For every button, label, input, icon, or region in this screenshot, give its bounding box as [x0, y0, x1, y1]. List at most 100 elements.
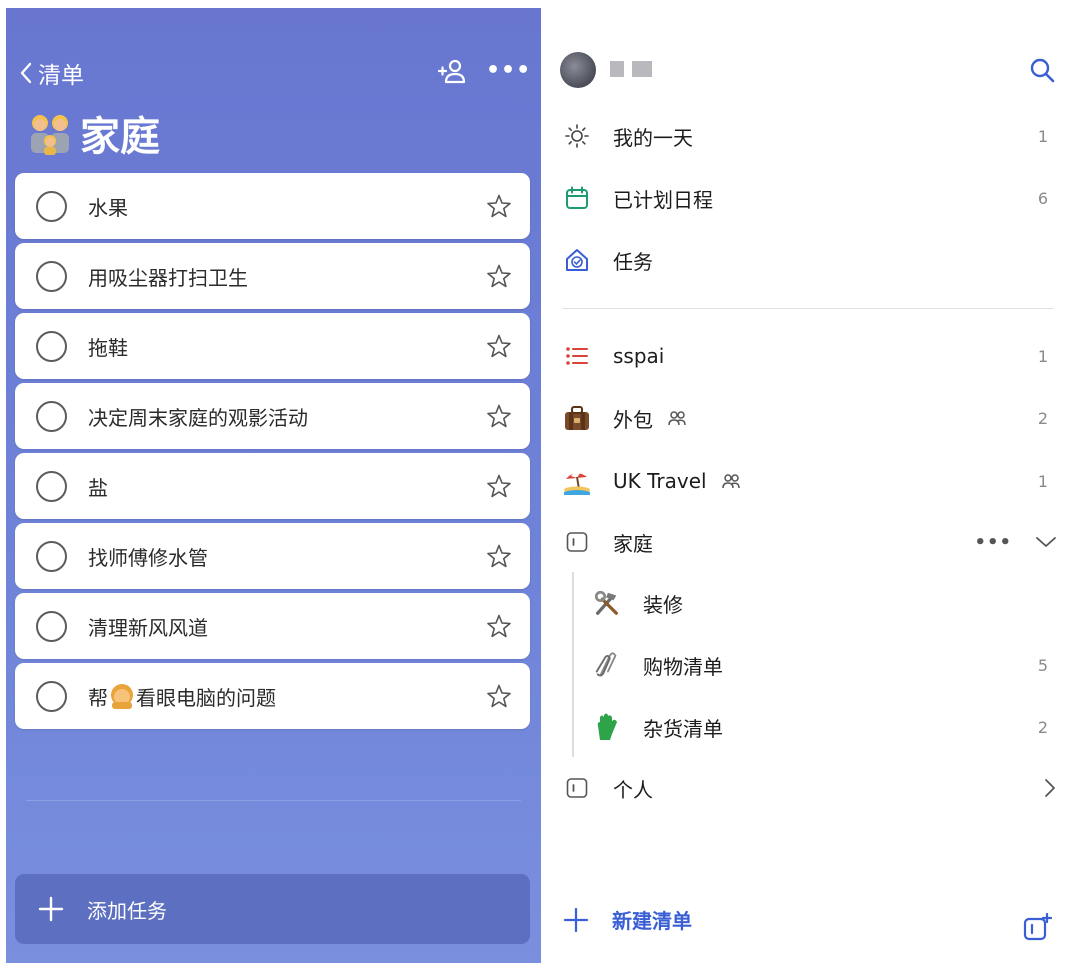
star-icon[interactable]: [486, 263, 512, 289]
sidebar-item-groceries[interactable]: 杂货清单 2: [548, 697, 1058, 757]
task-item[interactable]: 决定周末家庭的观影活动: [15, 383, 530, 449]
chevron-right-icon[interactable]: [1042, 776, 1058, 800]
complete-checkbox[interactable]: [36, 540, 67, 572]
sidebar-item-label: 任务: [613, 249, 653, 274]
sidebar-item-label: sspai: [613, 344, 665, 368]
star-icon[interactable]: [486, 333, 512, 359]
complete-checkbox[interactable]: [36, 330, 67, 362]
sidebar-item-my-day[interactable]: 我的一天 1: [548, 106, 1058, 166]
list-header: 清单 ••• 家庭: [6, 8, 541, 168]
sidebar-item-tasks[interactable]: 任务: [548, 230, 1058, 290]
complete-checkbox[interactable]: [36, 610, 67, 642]
item-count: 1: [1037, 471, 1048, 491]
star-icon[interactable]: [486, 403, 512, 429]
sidebar-item-renovation[interactable]: 装修: [548, 573, 1058, 633]
list-name: UK Travel: [613, 469, 707, 493]
shared-people-icon: [721, 474, 740, 489]
back-label: 清单: [38, 63, 84, 89]
group-controls: [1042, 776, 1058, 800]
task-title: 决定周末家庭的观影活动: [88, 405, 308, 430]
add-task-button[interactable]: 添加任务: [15, 874, 530, 944]
task-item[interactable]: 找师傅修水管: [15, 523, 530, 589]
task-item[interactable]: 清理新风风道: [15, 593, 530, 659]
new-list-button[interactable]: 新建清单: [562, 905, 692, 934]
sidebar-group-personal[interactable]: 个人: [548, 758, 1058, 818]
page-title: 家庭: [26, 104, 160, 162]
task-title: 用吸尘器打扫卫生: [88, 265, 248, 290]
new-group-icon[interactable]: [1022, 912, 1054, 944]
item-count: 2: [1037, 717, 1048, 737]
shared-people-icon: [668, 411, 686, 426]
complete-checkbox[interactable]: [36, 400, 67, 432]
sidebar-item-label: 购物清单: [643, 654, 723, 679]
family-emoji-icon: [31, 115, 69, 155]
group-icon: [563, 774, 591, 802]
item-count: 1: [1037, 346, 1048, 366]
user-name-blurred: [610, 58, 660, 80]
sidebar-item-uk-travel[interactable]: UK Travel 1: [548, 451, 1058, 511]
item-count: 2: [1037, 408, 1048, 428]
list-title: 家庭: [80, 114, 160, 160]
sidebar-item-label: 个人: [613, 777, 653, 802]
plus-icon: [38, 896, 64, 922]
item-count: 5: [1037, 655, 1048, 675]
star-icon[interactable]: [486, 543, 512, 569]
item-count: 1: [1037, 126, 1048, 146]
paperclip-icon: [593, 651, 621, 679]
search-icon[interactable]: [1028, 56, 1056, 84]
task-title-after: 看眼电脑的问题: [136, 685, 276, 710]
new-list-label: 新建清单: [612, 909, 692, 933]
task-item[interactable]: 水果: [15, 173, 530, 239]
back-button[interactable]: 清单: [18, 56, 84, 90]
briefcase-icon: [563, 404, 591, 432]
group-icon: [563, 528, 591, 556]
sidebar-item-label: 已计划日程: [613, 187, 713, 212]
task-title: 找师傅修水管: [88, 545, 208, 570]
woman-emoji-icon: [111, 684, 133, 709]
sun-icon: [563, 122, 591, 150]
glove-icon: [593, 713, 621, 741]
list-icon: [563, 342, 591, 370]
task-item[interactable]: 帮 看眼电脑的问题: [15, 663, 530, 729]
sidebar-pane: 我的一天 1 已计划日程 6 任务 sspai 1 外包 2 UK Travel…: [548, 0, 1080, 969]
sidebar-item-label: 外包: [613, 404, 687, 433]
divider: [26, 800, 521, 801]
home-check-icon: [563, 246, 591, 274]
sidebar-item-label: 杂货清单: [643, 716, 723, 741]
task-item[interactable]: 盐: [15, 453, 530, 519]
hammer-wrench-icon: [593, 589, 621, 617]
sidebar-item-planned[interactable]: 已计划日程 6: [548, 168, 1058, 228]
calendar-icon: [563, 184, 591, 212]
sidebar-item-sspai[interactable]: sspai 1: [548, 326, 1058, 386]
avatar[interactable]: [560, 52, 596, 88]
star-icon[interactable]: [486, 613, 512, 639]
item-count: 6: [1037, 188, 1048, 208]
task-title: 帮 看眼电脑的问题: [88, 682, 486, 711]
star-icon[interactable]: [486, 193, 512, 219]
complete-checkbox[interactable]: [36, 470, 67, 502]
task-item[interactable]: 用吸尘器打扫卫生: [15, 243, 530, 309]
task-title-before: 帮: [88, 685, 108, 710]
sidebar-item-label: 我的一天: [613, 125, 693, 150]
divider: [562, 308, 1054, 309]
beach-umbrella-icon: [563, 467, 591, 495]
complete-checkbox[interactable]: [36, 680, 67, 712]
list-detail-pane: 清单 ••• 家庭 水果 用吸尘器打扫卫生 拖鞋 决定周末家庭的观影活动 盐 找…: [6, 8, 541, 963]
sidebar-item-shopping[interactable]: 购物清单 5: [548, 635, 1058, 695]
sidebar-item-label: 装修: [643, 592, 683, 617]
more-options-icon[interactable]: •••: [974, 532, 1012, 553]
sidebar-group-family[interactable]: 家庭 •••: [548, 512, 1058, 572]
star-icon[interactable]: [486, 473, 512, 499]
sidebar-item-waibao[interactable]: 外包 2: [548, 388, 1058, 448]
task-title: 盐: [88, 475, 108, 500]
complete-checkbox[interactable]: [36, 260, 67, 292]
chevron-down-icon[interactable]: [1034, 534, 1058, 550]
sidebar-item-label: 家庭: [613, 531, 653, 556]
star-icon[interactable]: [486, 683, 512, 709]
more-options-icon[interactable]: •••: [486, 58, 531, 83]
task-title: 拖鞋: [88, 335, 128, 360]
plus-icon: [563, 907, 589, 932]
share-person-icon[interactable]: [436, 56, 468, 88]
complete-checkbox[interactable]: [36, 190, 67, 222]
task-item[interactable]: 拖鞋: [15, 313, 530, 379]
